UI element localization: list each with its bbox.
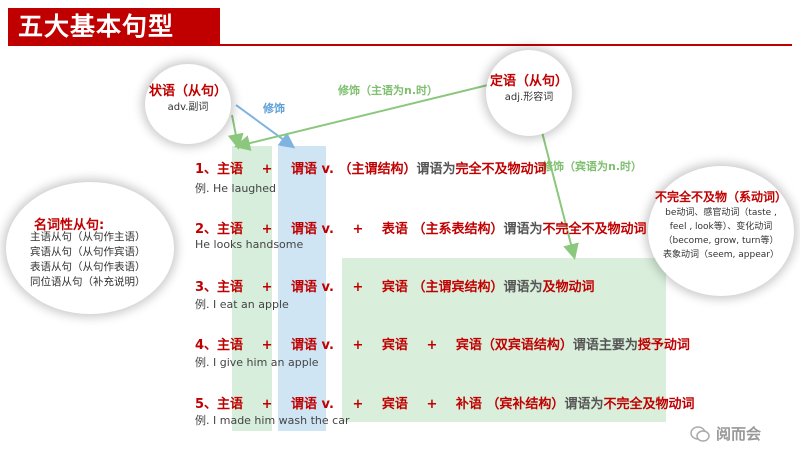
attributive-title: 定语（从句） [489,74,568,89]
example-5: 例. I made him wash the car [195,414,350,427]
nominal-item: 主语从句（从句作主语） [30,231,146,243]
sentence-pattern-1: 1、主语 + 谓语 v. （主谓结构）谓语为完全不及物动词 [195,158,547,177]
nominal-item: 宾语从句（从句作宾语） [30,246,146,258]
linking-verb-item: 表象动词（seem, appear） [663,250,779,260]
subject-label: 主语 [217,397,244,412]
complement-label: 补语 [455,397,482,412]
plus-sign: + [352,397,364,412]
predicate-label: 谓语 v. [291,162,334,177]
linking-verb-bubble: 不完全不及物（系动词） be动词、感官动词（taste , feel , loo… [648,166,794,296]
linking-verb-list: be动词、感官动词（taste , feel , look等）、变化动词 （be… [648,206,794,262]
plus-sign: + [261,162,273,177]
verb-type: 不完全及物动词 [603,397,695,412]
linking-verb-title: 不完全不及物（系动词） [654,190,787,204]
sentence-pattern-3: 3、主语 + 谓语 v. + 宾语 （主谓宾结构）谓语为及物动词 [195,276,594,295]
attributive-bubble: 定语（从句） adj.形容词 [486,50,572,136]
watermark: 阅而会 [690,423,761,444]
plus-sign: + [261,397,273,412]
adverbial-subtitle: adv.副词 [167,102,209,113]
verb-type-prefix: 谓语为 [503,280,543,295]
example-1: 例. He laughed [195,182,277,195]
modify-note: 修饰 [263,102,285,115]
nominal-item: 表语从句（从句作表语） [30,261,146,273]
adverbial-title: 状语（从句） [148,84,227,99]
structure-label: （主谓结构） [338,162,417,177]
plus-sign: + [352,338,364,353]
subject-label: 主语 [217,222,244,237]
linking-verb-item: （become, grow, turn等） [663,236,779,246]
sentence-pattern-5: 5、主语 + 谓语 v. + 宾语 + 补语 （宾补结构）谓语为不完全及物动词 [195,393,694,412]
attributive-subtitle: adj.形容词 [504,92,554,103]
plus-sign: + [261,222,273,237]
plus-sign: + [426,338,438,353]
adverbial-bubble: 状语（从句） adv.副词 [145,64,231,144]
predicate-label: 谓语 v. [291,280,334,295]
example-3: 例. I eat an apple [195,298,289,311]
plus-sign: + [261,338,273,353]
watermark-text: 阅而会 [716,425,762,443]
object-label: 宾语 [381,397,408,412]
sentence-pattern-4: 4、主语 + 谓语 v. + 宾语 + 宾语（双宾语结构）谓语主要为授予动词 [195,334,690,353]
example-2: He looks handsome [195,238,304,251]
object-label: 宾语 [381,280,408,295]
attributive-to-object-arrow [541,131,579,260]
row-number: 2、 [195,222,218,237]
row-number: 5、 [195,397,218,412]
verb-type: 及物动词 [542,280,595,295]
nominal-item: 同位语从句（补充说明） [30,276,146,288]
plus-sign: + [426,397,438,412]
verb-type: 完全不及物动词 [455,162,547,177]
linking-verb-item: feel , look等）、变化动词 [669,222,773,232]
sentence-pattern-2: 2、主语 + 谓语 v. + 表语 （主系表结构）谓语为不完全不及物动词 [195,218,646,237]
subject-label: 主语 [217,280,244,295]
plus-sign: + [352,280,364,295]
object-label: 宾语 [381,338,408,353]
structure-label: （主系表结构） [412,222,504,237]
row-number: 1、 [195,162,218,177]
modify-object-note: 修饰（宾语为n.时） [542,160,643,173]
complement-label: 表语 [381,222,408,237]
adverbial-to-subject-arrow [227,114,244,150]
plus-sign: + [261,280,273,295]
structure-label: （主谓宾结构） [412,280,504,295]
verb-type-prefix: 谓语为 [503,222,543,237]
row-number: 4、 [195,338,218,353]
modify-subject-note: 修饰（主语为n.时） [338,84,439,97]
subject-label: 主语 [217,338,244,353]
chat-bubble-icon [690,425,710,442]
row-number: 3、 [195,280,218,295]
second-object-label: 宾语 [455,338,482,353]
plus-sign: + [352,222,364,237]
predicate-label: 谓语 v. [291,338,334,353]
verb-type: 授予动词 [637,338,690,353]
verb-type-prefix: 谓语主要为 [572,338,638,353]
subject-label: 主语 [217,162,244,177]
verb-type-prefix: 谓语为 [416,162,456,177]
structure-label: （宾补结构） [486,397,565,412]
verb-type: 不完全不及物动词 [542,222,647,237]
structure-label: （双宾语结构） [481,338,573,353]
linking-verb-item: be动词、感官动词（taste , [665,208,777,218]
predicate-label: 谓语 v. [291,397,334,412]
nominal-clause-bubble: 名词性从句: 主语从句（从句作主语） 宾语从句（从句作宾语） 表语从句（从句作表… [6,182,174,314]
predicate-label: 谓语 v. [291,222,334,237]
verb-type-prefix: 谓语为 [564,397,604,412]
example-4: 例. I give him an apple [195,356,319,369]
nominal-list: 主语从句（从句作主语） 宾语从句（从句作宾语） 表语从句（从句作表语） 同位语从… [30,230,146,290]
